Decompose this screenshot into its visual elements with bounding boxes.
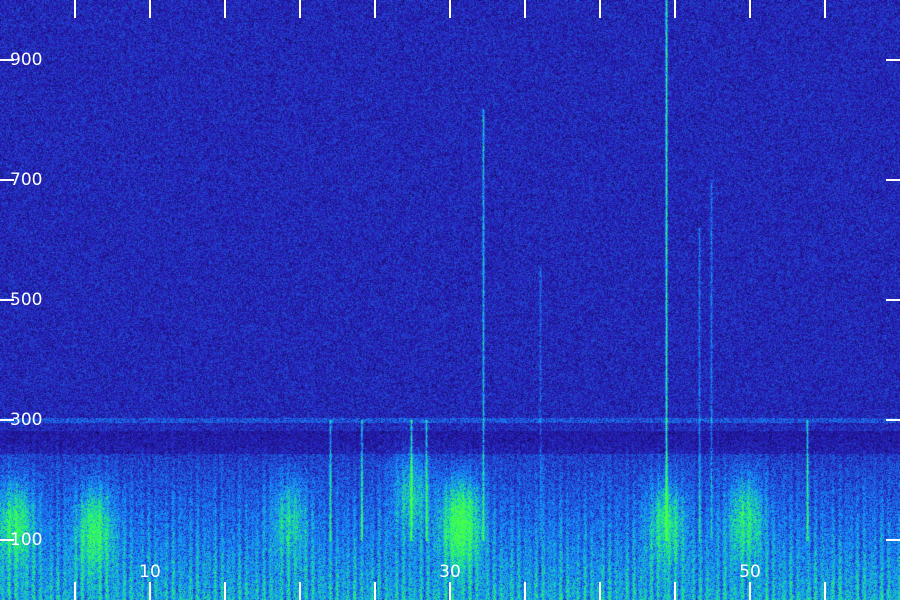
y-tick-label-900: 900 — [10, 50, 42, 70]
y-tick-label-700: 700 — [10, 170, 42, 190]
y-tick-label-100: 100 — [10, 530, 42, 550]
y-tick-label-500: 500 — [10, 290, 42, 310]
x-tick-label-50: 50 — [739, 562, 761, 582]
spectrogram-heatmap — [0, 0, 900, 600]
spectrogram-axes: 10 30 50 100 300 500 700 900 — [0, 0, 900, 600]
y-tick-label-300: 300 — [10, 410, 42, 430]
x-tick-label-30: 30 — [439, 562, 461, 582]
spectrogram: 10 30 50 100 300 500 700 900 — [0, 0, 900, 600]
x-tick-label-10: 10 — [139, 562, 161, 582]
